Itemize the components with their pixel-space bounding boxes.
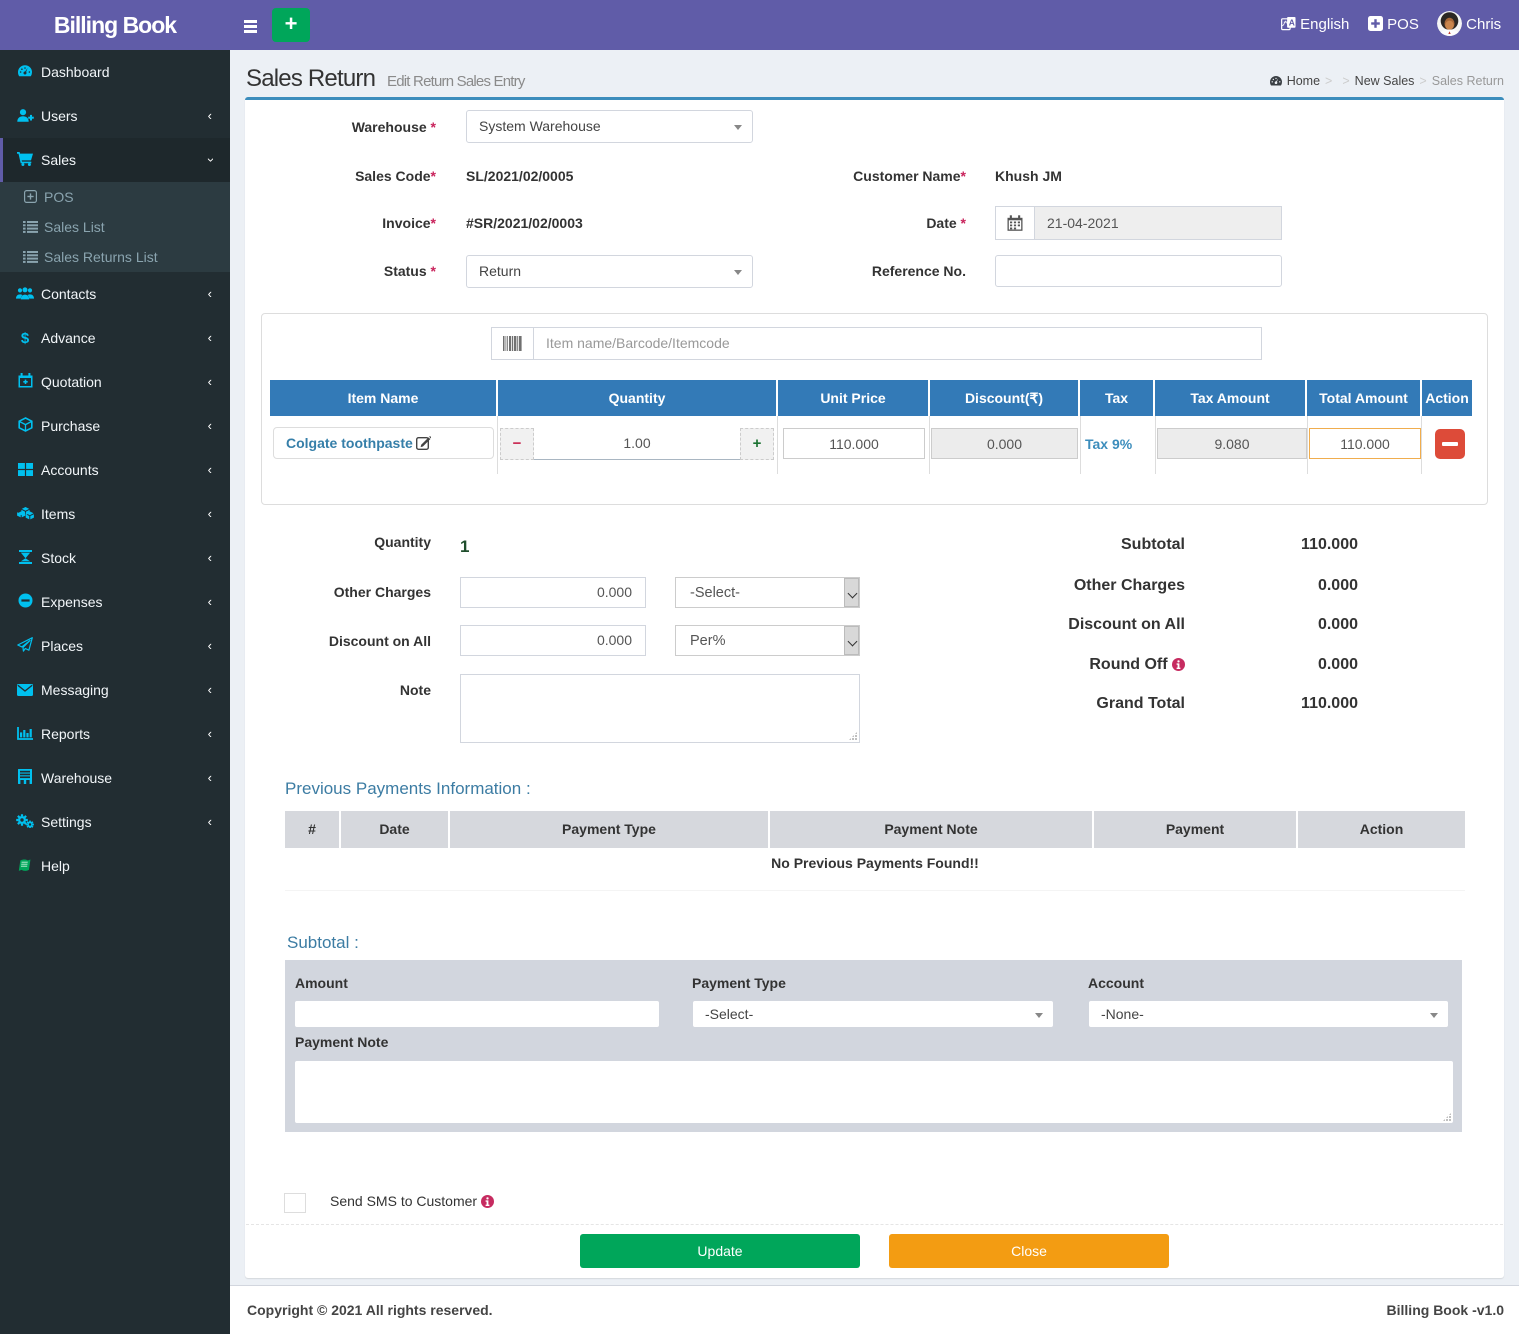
- svg-text:A: A: [1289, 18, 1295, 28]
